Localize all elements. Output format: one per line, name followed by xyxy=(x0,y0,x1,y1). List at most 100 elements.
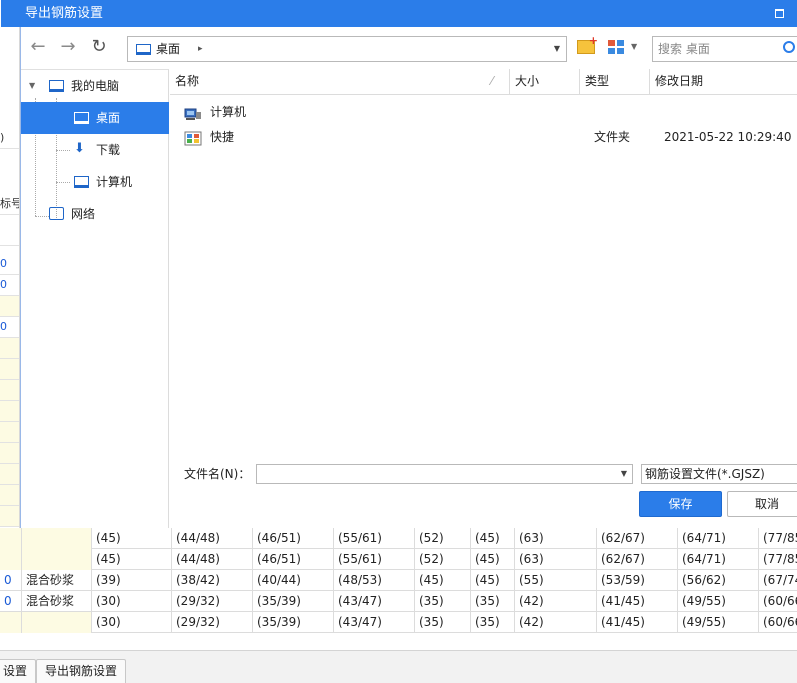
table-cell[interactable]: (35) xyxy=(471,591,515,612)
table-cell[interactable] xyxy=(0,549,22,570)
table-cell[interactable]: (52) xyxy=(415,549,471,570)
table-cell[interactable]: (35/39) xyxy=(253,612,334,633)
table-cell[interactable]: 0 xyxy=(0,591,22,612)
table-cell[interactable]: (30) xyxy=(92,612,172,633)
table-cell[interactable]: (29/32) xyxy=(172,612,253,633)
table-cell[interactable]: (64/71) xyxy=(678,528,759,549)
view-mode-icon[interactable] xyxy=(608,40,624,54)
table-cell[interactable]: (45) xyxy=(415,570,471,591)
cancel-button[interactable]: 取消 xyxy=(727,491,797,517)
tree-item-network[interactable]: 网络 xyxy=(21,198,169,230)
filename-field[interactable]: ▼ xyxy=(256,464,633,484)
new-folder-icon[interactable]: + xyxy=(577,35,598,54)
dialog-titlebar[interactable]: 导出钢筋设置 xyxy=(1,0,797,27)
column-header-type[interactable]: 类型 xyxy=(580,69,650,94)
table-cell[interactable] xyxy=(22,612,92,633)
address-bar[interactable]: 桌面 ▸ ▼ xyxy=(127,36,567,62)
column-header-name[interactable]: 名称 xyxy=(170,69,510,94)
tree-item-desktop[interactable]: 桌面 xyxy=(21,102,169,134)
table-cell[interactable]: (60/66 xyxy=(759,591,797,612)
table-cell[interactable]: (63) xyxy=(515,528,597,549)
table-cell[interactable]: (43/47) xyxy=(334,612,415,633)
table-cell[interactable]: (53/59) xyxy=(597,570,678,591)
tree-item-downloads[interactable]: ⬇ 下载 xyxy=(21,134,169,166)
table-cell[interactable]: (41/45) xyxy=(597,591,678,612)
table-cell[interactable]: (42) xyxy=(515,591,597,612)
table-cell[interactable]: (55/61) xyxy=(334,528,415,549)
chevron-right-icon[interactable]: ▸ xyxy=(198,37,203,61)
table-cell[interactable]: (77/85 xyxy=(759,528,797,549)
table-cell[interactable]: (29/32) xyxy=(172,591,253,612)
file-row[interactable]: 计算机 xyxy=(170,100,797,124)
table-cell[interactable]: (52) xyxy=(415,528,471,549)
table-cell[interactable]: (41/45) xyxy=(597,612,678,633)
table-cell[interactable]: (55/61) xyxy=(334,549,415,570)
search-box[interactable] xyxy=(652,36,797,62)
column-header-size[interactable]: 大小 xyxy=(510,69,580,94)
column-header-modified[interactable]: 修改日期 xyxy=(650,69,797,94)
back-icon[interactable]: ← xyxy=(27,37,49,59)
table-cell[interactable]: (45) xyxy=(471,549,515,570)
tree-item-label: 我的电脑 xyxy=(71,79,120,93)
table-cell[interactable]: (30) xyxy=(92,591,172,612)
table-cell[interactable]: (42) xyxy=(515,612,597,633)
table-cell[interactable]: (45) xyxy=(92,528,172,549)
file-row[interactable]: 快捷 文件夹 2021-05-22 10:29:40 xyxy=(170,125,797,149)
table-cell[interactable]: (60/66 xyxy=(759,612,797,633)
table-cell[interactable]: (45) xyxy=(92,549,172,570)
table-cell[interactable]: (38/42) xyxy=(172,570,253,591)
table-cell[interactable]: (67/74 xyxy=(759,570,797,591)
table-cell[interactable]: (35/39) xyxy=(253,591,334,612)
filetype-select[interactable]: 钢筋设置文件(*.GJSZ) xyxy=(641,464,797,484)
table-cell[interactable]: 混合砂浆 xyxy=(22,570,92,591)
view-dropdown-icon[interactable]: ▼ xyxy=(631,40,637,54)
table-cell[interactable]: (45) xyxy=(471,528,515,549)
table-cell[interactable]: (77/85 xyxy=(759,549,797,570)
table-cell[interactable]: (48/53) xyxy=(334,570,415,591)
tree-item-my-computer[interactable]: ▼ 我的电脑 xyxy=(21,70,169,102)
table-cell[interactable]: (43/47) xyxy=(334,591,415,612)
table-cell[interactable]: (62/67) xyxy=(597,528,678,549)
table-cell[interactable]: (62/67) xyxy=(597,549,678,570)
table-cell[interactable]: (56/62) xyxy=(678,570,759,591)
table-cell[interactable]: (39) xyxy=(92,570,172,591)
background-cell xyxy=(0,401,19,422)
background-cell: 标号 xyxy=(0,194,19,215)
table-cell[interactable] xyxy=(0,612,22,633)
refresh-icon[interactable]: ↻ xyxy=(88,37,110,59)
tab-export-rebar-settings[interactable]: 导出钢筋设置 xyxy=(36,659,127,683)
tree-item-label: 桌面 xyxy=(96,111,121,125)
maximize-icon[interactable] xyxy=(775,9,784,18)
table-cell[interactable]: (35) xyxy=(415,591,471,612)
table-cell[interactable]: 混合砂浆 xyxy=(22,591,92,612)
table-cell[interactable]: (49/55) xyxy=(678,591,759,612)
background-left-column: ) 标号 0 0 0 xyxy=(0,0,20,528)
table-cell[interactable]: (35) xyxy=(415,612,471,633)
table-cell[interactable]: (44/48) xyxy=(172,528,253,549)
tree-item-computer[interactable]: 计算机 xyxy=(21,166,169,198)
table-cell[interactable]: (46/51) xyxy=(253,549,334,570)
table-cell[interactable]: 0 xyxy=(0,570,22,591)
table-cell[interactable]: (35) xyxy=(471,612,515,633)
shortcut-folder-icon xyxy=(184,130,202,146)
forward-icon[interactable]: → xyxy=(57,37,79,59)
table-cell[interactable]: (46/51) xyxy=(253,528,334,549)
tab-settings[interactable]: 设置 xyxy=(0,659,37,683)
table-cell[interactable]: (64/71) xyxy=(678,549,759,570)
table-cell[interactable] xyxy=(0,528,22,549)
search-icon[interactable] xyxy=(783,41,795,53)
table-cell[interactable]: (55) xyxy=(515,570,597,591)
table-cell[interactable]: (63) xyxy=(515,549,597,570)
table-cell[interactable]: (40/44) xyxy=(253,570,334,591)
save-button[interactable]: 保存 xyxy=(639,491,722,517)
table-cell[interactable]: (45) xyxy=(471,570,515,591)
table-cell[interactable]: (44/48) xyxy=(172,549,253,570)
chevron-down-icon[interactable]: ▼ xyxy=(554,37,560,61)
table-row: (45) (44/48) (46/51) (55/61) (52) (45) (63) (62… xyxy=(0,528,797,549)
filename-input[interactable] xyxy=(257,465,612,483)
table-cell[interactable]: (49/55) xyxy=(678,612,759,633)
table-cell[interactable] xyxy=(22,528,92,549)
chevron-down-icon[interactable]: ▼ xyxy=(621,465,627,483)
table-cell[interactable] xyxy=(22,549,92,570)
search-input[interactable] xyxy=(653,37,779,61)
